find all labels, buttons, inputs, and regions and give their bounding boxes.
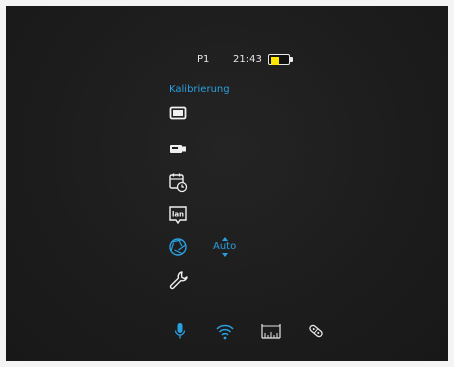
aperture-icon <box>169 238 187 256</box>
menu-title: Kalibrierung <box>169 84 230 95</box>
menu-item-date-time[interactable] <box>166 170 190 194</box>
menu-item-camera[interactable] <box>166 137 190 161</box>
clock: 21:43 <box>233 54 262 65</box>
bottom-item-microphone[interactable] <box>168 319 192 343</box>
display-icon <box>169 106 187 120</box>
battery-body <box>268 54 290 65</box>
status-bar: P1 21:43 <box>6 51 448 71</box>
bottom-item-wifi[interactable] <box>213 319 237 343</box>
arrow-down-icon[interactable] <box>222 253 228 257</box>
wifi-icon <box>216 324 234 340</box>
laser-icon <box>309 324 323 338</box>
svg-text:lan: lan <box>172 211 184 219</box>
bottom-item-laser[interactable] <box>304 319 328 343</box>
device-screen: P1 21:43 Kalibrierung lan Auto <box>6 6 448 361</box>
wrench-icon <box>169 271 188 290</box>
menu-item-mode[interactable] <box>166 235 190 259</box>
battery-fill <box>270 56 280 65</box>
menu-item-settings[interactable] <box>166 268 190 292</box>
mode-value: Auto <box>213 241 237 252</box>
bottom-item-rangefinder[interactable] <box>259 319 283 343</box>
language-icon: lan <box>169 206 187 225</box>
menu-item-language[interactable]: lan <box>166 203 190 227</box>
camera-icon <box>170 145 186 153</box>
mode-selector[interactable]: Auto <box>210 234 244 260</box>
menu-item-display[interactable] <box>166 101 190 125</box>
microphone-icon <box>174 323 186 339</box>
rangefinder-icon <box>261 324 281 339</box>
preset-indicator: P1 <box>197 54 210 65</box>
battery-tip <box>290 57 293 62</box>
battery-icon <box>268 54 296 66</box>
calendar-clock-icon <box>169 173 188 193</box>
